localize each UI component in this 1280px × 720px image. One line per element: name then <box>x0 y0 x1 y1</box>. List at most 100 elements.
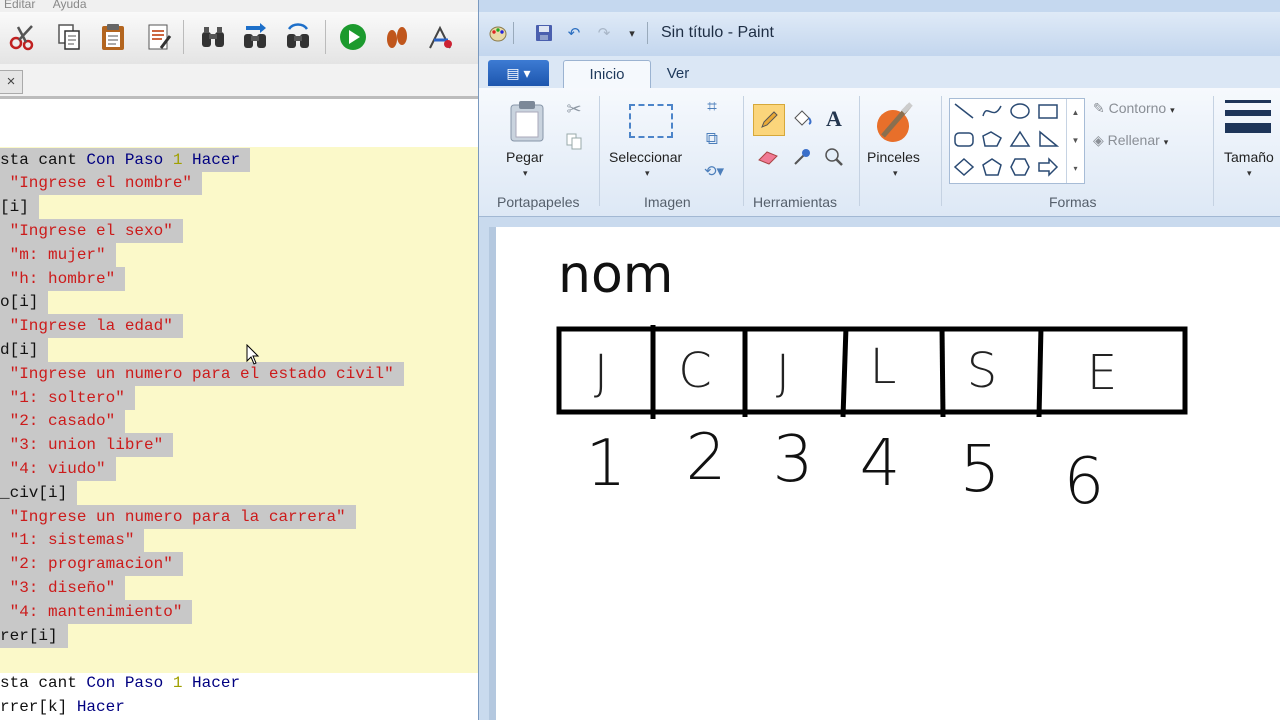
triangle-shape-icon[interactable] <box>1008 129 1032 149</box>
text-icon[interactable]: A <box>819 104 849 134</box>
paste-label: Pegar <box>506 149 544 165</box>
code-token: "2: programacion" <box>0 555 173 574</box>
run-icon[interactable] <box>336 20 370 54</box>
toolbar-separator <box>183 20 184 54</box>
edit-icon[interactable] <box>141 20 175 54</box>
code-line[interactable]: "2: programacion" <box>0 552 183 577</box>
line-shape-icon[interactable] <box>952 101 976 121</box>
crop-icon[interactable]: ⌗ <box>697 92 727 122</box>
code-line[interactable]: sta cant Con Paso 1 Hacer <box>0 147 251 172</box>
magnifier-icon[interactable] <box>819 142 849 172</box>
code-token: "Ingrese el sexo" <box>0 221 173 240</box>
debug-icon[interactable] <box>424 20 458 54</box>
code-line[interactable]: "Ingrese la edad" <box>0 314 183 339</box>
redo-icon[interactable]: ↷ <box>593 22 615 44</box>
code-token: "4: viudo" <box>0 459 106 478</box>
code-line[interactable] <box>0 647 10 671</box>
select-icon <box>629 104 673 138</box>
code-line[interactable]: "Ingrese un numero para la carrera" <box>0 504 356 529</box>
size-button[interactable]: Tamaño ▾ <box>1221 98 1280 182</box>
canvas-shadow <box>489 227 496 720</box>
tab-ver[interactable]: Ver <box>651 60 705 88</box>
code-line[interactable]: "Ingrese el sexo" <box>0 218 183 243</box>
code-line[interactable]: rer[i] <box>0 623 68 648</box>
select-button[interactable]: Seleccionar ▾ <box>607 96 693 180</box>
code-line[interactable]: "1: soltero" <box>0 385 135 410</box>
file-menu-button[interactable]: ▤ ▾ <box>488 60 549 86</box>
copy-icon[interactable] <box>52 20 86 54</box>
drawing-canvas[interactable]: nom J C J L S E 1 2 3 4 5 6 <box>496 227 1280 720</box>
ribbon-tabs: ▤ ▾ Inicio Ver <box>479 56 1280 89</box>
paint-window: ↶ ↷ ▾ Sin título - Paint ▤ ▾ Inicio Ver … <box>478 0 1280 720</box>
code-line[interactable]: d[i] <box>0 337 49 362</box>
code-editor-window: Editar Ayuda × sta cant Con Paso 1 Hacer… <box>0 0 478 720</box>
code-token: [i] <box>0 198 29 217</box>
code-line[interactable]: [i] <box>0 195 39 220</box>
save-icon[interactable] <box>533 22 555 44</box>
tab-close-button[interactable]: × <box>0 70 23 94</box>
code-token: rrer[k] <box>0 697 77 716</box>
eraser-icon[interactable] <box>753 142 783 172</box>
pencil-icon[interactable] <box>753 104 785 136</box>
paste-icon[interactable] <box>96 20 130 54</box>
rounded-rectangle-shape-icon[interactable] <box>952 129 976 149</box>
cut-icon[interactable] <box>6 20 40 54</box>
code-line[interactable]: "4: mantenimiento" <box>0 599 193 624</box>
right-triangle-shape-icon[interactable] <box>1036 129 1060 149</box>
color-picker-icon[interactable] <box>787 142 817 172</box>
customize-quick-access-icon[interactable]: ▾ <box>621 22 643 44</box>
code-line[interactable]: _civ[i] <box>0 480 78 505</box>
editor-tab-strip: × <box>0 64 478 99</box>
find-icon[interactable] <box>196 20 230 54</box>
rotate-icon[interactable]: ⟲▾ <box>699 156 729 186</box>
editor-menubar: Editar Ayuda <box>0 0 478 12</box>
code-line[interactable]: "4: viudo" <box>0 456 116 481</box>
oval-shape-icon[interactable] <box>1008 101 1032 121</box>
shapes-gallery[interactable]: ▲ ▼ ▾ <box>949 98 1085 184</box>
brushes-button[interactable]: Pinceles ▾ <box>865 96 929 180</box>
code-token: "1: soltero" <box>0 388 125 407</box>
arrow-shape-icon[interactable] <box>1036 157 1060 177</box>
hexagon-shape-icon[interactable] <box>1008 157 1032 177</box>
find-next-icon[interactable] <box>238 20 272 54</box>
window-title: Sin título - Paint <box>661 24 774 41</box>
diamond-shape-icon[interactable] <box>952 157 976 177</box>
code-line[interactable]: "1: sistemas" <box>0 528 145 553</box>
menu-editar[interactable]: Editar <box>4 0 35 11</box>
rectangle-shape-icon[interactable] <box>1036 101 1060 121</box>
code-line[interactable]: "h: hombre" <box>0 266 126 291</box>
code-line[interactable]: "3: union libre" <box>0 433 174 458</box>
menu-ayuda[interactable]: Ayuda <box>53 0 87 11</box>
code-token: "2: casado" <box>0 412 116 431</box>
gallery-scroll[interactable]: ▲ ▼ ▾ <box>1066 99 1084 183</box>
outline-button[interactable]: ✎ Contorno ▾ <box>1093 100 1175 117</box>
fill-icon[interactable] <box>787 104 817 134</box>
group-separator <box>1213 96 1214 206</box>
pentagon-shape-icon[interactable] <box>980 157 1004 177</box>
resize-icon[interactable]: ⧉ <box>697 124 727 154</box>
code-token: rer[i] <box>0 626 58 645</box>
code-line[interactable]: "2: casado" <box>0 409 126 434</box>
fill-button[interactable]: ◈ Rellenar ▾ <box>1093 132 1168 149</box>
step-icon[interactable] <box>380 20 414 54</box>
curve-shape-icon[interactable] <box>980 101 1004 121</box>
code-token: "Ingrese la edad" <box>0 317 173 336</box>
group-separator <box>859 96 860 206</box>
code-line[interactable]: "Ingrese el nombre" <box>0 171 203 196</box>
polygon-shape-icon[interactable] <box>980 129 1004 149</box>
code-line[interactable]: "3: diseño" <box>0 575 126 600</box>
code-line[interactable]: rrer[k] Hacer <box>0 695 135 719</box>
code-line[interactable]: "Ingrese un numero para el estado civil" <box>0 361 404 386</box>
tab-inicio[interactable]: Inicio <box>563 60 651 89</box>
undo-icon[interactable]: ↶ <box>563 22 585 44</box>
code-token: Hacer <box>182 674 241 693</box>
code-line[interactable]: o[i] <box>0 290 49 315</box>
code-line[interactable]: sta cant Con Paso 1 Hacer <box>0 671 250 695</box>
code-area[interactable]: sta cant Con Paso 1 Hacer "Ingrese el no… <box>0 99 478 720</box>
cut-icon[interactable]: ✂ <box>559 94 589 124</box>
code-line[interactable]: "m: mujer" <box>0 242 116 267</box>
copy-icon[interactable] <box>559 126 589 156</box>
paint-app-icon <box>487 22 509 44</box>
replace-icon[interactable] <box>281 20 315 54</box>
paste-button[interactable]: Pegar ▾ <box>499 96 555 178</box>
